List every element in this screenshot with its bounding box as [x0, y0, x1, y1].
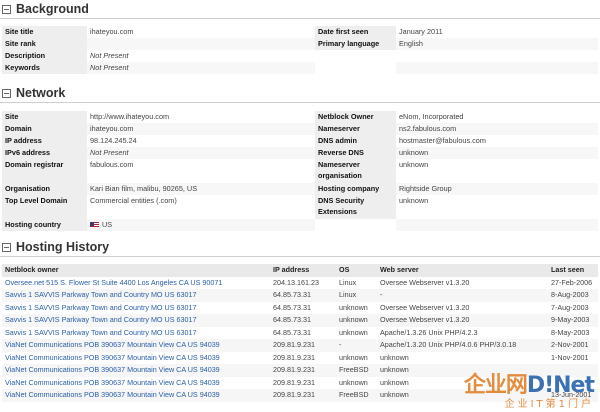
background-table: Site title ihateyou.com Date first seen …	[2, 26, 598, 74]
netblock-owner-link[interactable]: Oversee.net 515 S. Flower St Suite 4400 …	[2, 277, 270, 290]
table-row: Savvis 1 SAVVIS Parkway Town and Country…	[2, 302, 598, 315]
table-row: Site http://www.ihateyou.com Netblock Ow…	[2, 111, 598, 123]
site-link[interactable]: http://www.ihateyou.com	[87, 111, 315, 123]
netblock-owner-link[interactable]: Savvis 1 SAVVIS Parkway Town and Country…	[2, 302, 270, 315]
netblock-owner-link[interactable]: ViaNet Communications POB 390637 Mountai…	[2, 364, 270, 377]
table-row: ViaNet Communications POB 390637 Mountai…	[2, 339, 598, 352]
collapse-icon[interactable]	[2, 88, 11, 98]
hosting-country-link[interactable]: US	[102, 220, 112, 229]
section-background-title: Background	[2, 0, 89, 18]
netblock-owner-link[interactable]: ViaNet Communications POB 390637 Mountai…	[2, 352, 270, 365]
divider	[0, 102, 600, 103]
domain-link[interactable]: ihateyou.com	[87, 123, 315, 135]
divider	[0, 256, 600, 257]
us-flag-icon	[90, 222, 99, 228]
table-row: Organisation Kari Bian film, malibu, 902…	[2, 183, 598, 195]
netblock-owner-link[interactable]: Savvis 1 SAVVIS Parkway Town and Country…	[2, 289, 270, 302]
netblock-owner-link[interactable]: ViaNet Communications POB 390637 Mountai…	[2, 389, 270, 402]
table-row: Hosting country US	[2, 219, 598, 231]
watermark-logo: 企业网D!Net 企业IT第1门户	[463, 373, 595, 410]
section-hosting-history-title: Hosting History	[2, 238, 109, 256]
table-row: IPv6 address Not Present Reverse DNS unk…	[2, 147, 598, 159]
table-row: Site title ihateyou.com Date first seen …	[2, 26, 598, 38]
table-row: Site rank Primary language English	[2, 38, 598, 50]
netblock-owner-link[interactable]: Savvis 1 SAVVIS Parkway Town and Country…	[2, 327, 270, 340]
table-header: Netblock owner IP address OS Web server …	[2, 264, 598, 277]
collapse-icon[interactable]	[2, 4, 11, 14]
table-row: Savvis 1 SAVVIS Parkway Town and Country…	[2, 289, 598, 302]
divider	[0, 18, 600, 19]
netblock-owner-link[interactable]: Savvis 1 SAVVIS Parkway Town and Country…	[2, 314, 270, 327]
table-row: Keywords Not Present	[2, 62, 598, 74]
netblock-owner-link[interactable]: ViaNet Communications POB 390637 Mountai…	[2, 339, 270, 352]
table-row: Description Not Present	[2, 50, 598, 62]
collapse-icon[interactable]	[2, 242, 11, 252]
table-row: Domain registrar fabulous.com Nameserver…	[2, 159, 598, 183]
section-network-title: Network	[2, 84, 65, 102]
table-row: Oversee.net 515 S. Flower St Suite 4400 …	[2, 277, 598, 290]
network-table: Site http://www.ihateyou.com Netblock Ow…	[2, 111, 598, 231]
page: Background Site title ihateyou.com Date …	[0, 0, 600, 412]
table-row: Top Level Domain Commercial entities (.c…	[2, 195, 598, 219]
netblock-owner-link[interactable]: eNom, Incorporated	[396, 111, 598, 123]
netblock-owner-link[interactable]: ViaNet Communications POB 390637 Mountai…	[2, 377, 270, 390]
table-row: ViaNet Communications POB 390637 Mountai…	[2, 352, 598, 365]
table-row: Savvis 1 SAVVIS Parkway Town and Country…	[2, 327, 598, 340]
table-row: IP address 98.124.245.24 DNS admin hostm…	[2, 135, 598, 147]
table-row: Savvis 1 SAVVIS Parkway Town and Country…	[2, 314, 598, 327]
table-row: Domain ihateyou.com Nameserver ns2.fabul…	[2, 123, 598, 135]
